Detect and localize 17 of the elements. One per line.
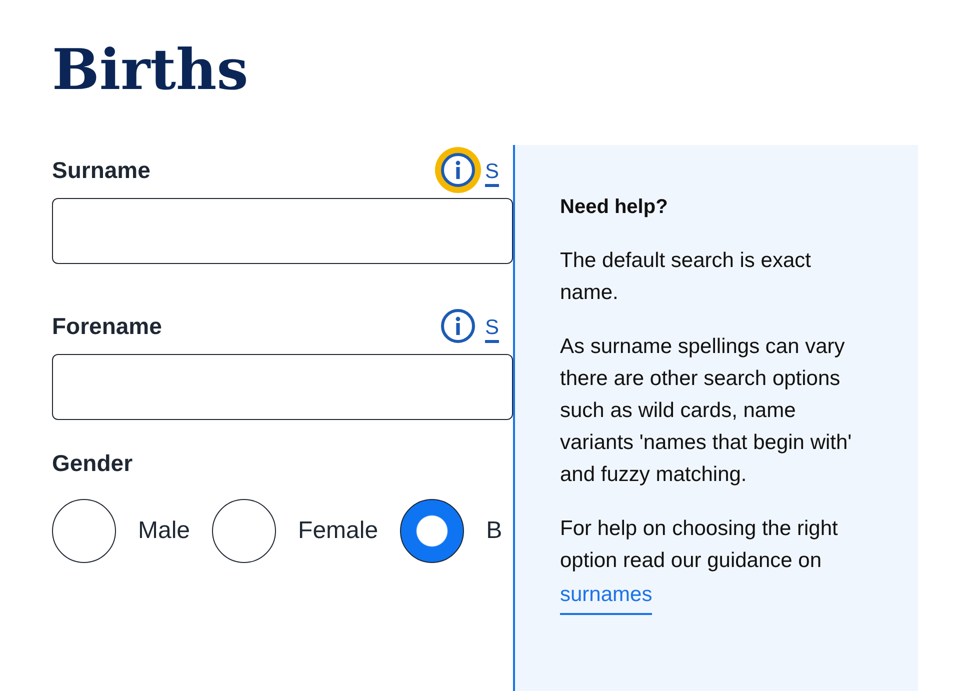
radio-label: Male [138, 517, 190, 545]
help-text: The default search is exact name. [560, 248, 812, 306]
search-option-link[interactable]: S [485, 316, 500, 342]
input-field[interactable] [52, 198, 513, 264]
page-title: Births [52, 36, 250, 105]
field-label: Gender [52, 450, 133, 476]
field-label: Surname [52, 156, 152, 184]
input-field[interactable] [52, 354, 513, 420]
field-label: Forename [52, 312, 163, 340]
radio-label: Female [298, 517, 378, 545]
radio-label: B [486, 517, 502, 545]
search-option-link[interactable]: S [485, 160, 500, 186]
help-text: As surname spellings can vary there are other search options such as wild cards, name variants 'names that begin with' and fuzzy matching. [560, 334, 853, 488]
info-icon[interactable] [435, 147, 481, 193]
help-text: For help on choosing the right option read our guidance on [560, 516, 839, 574]
help-heading: Need help? [560, 195, 669, 220]
guidance-link[interactable]: surnames [560, 577, 652, 615]
